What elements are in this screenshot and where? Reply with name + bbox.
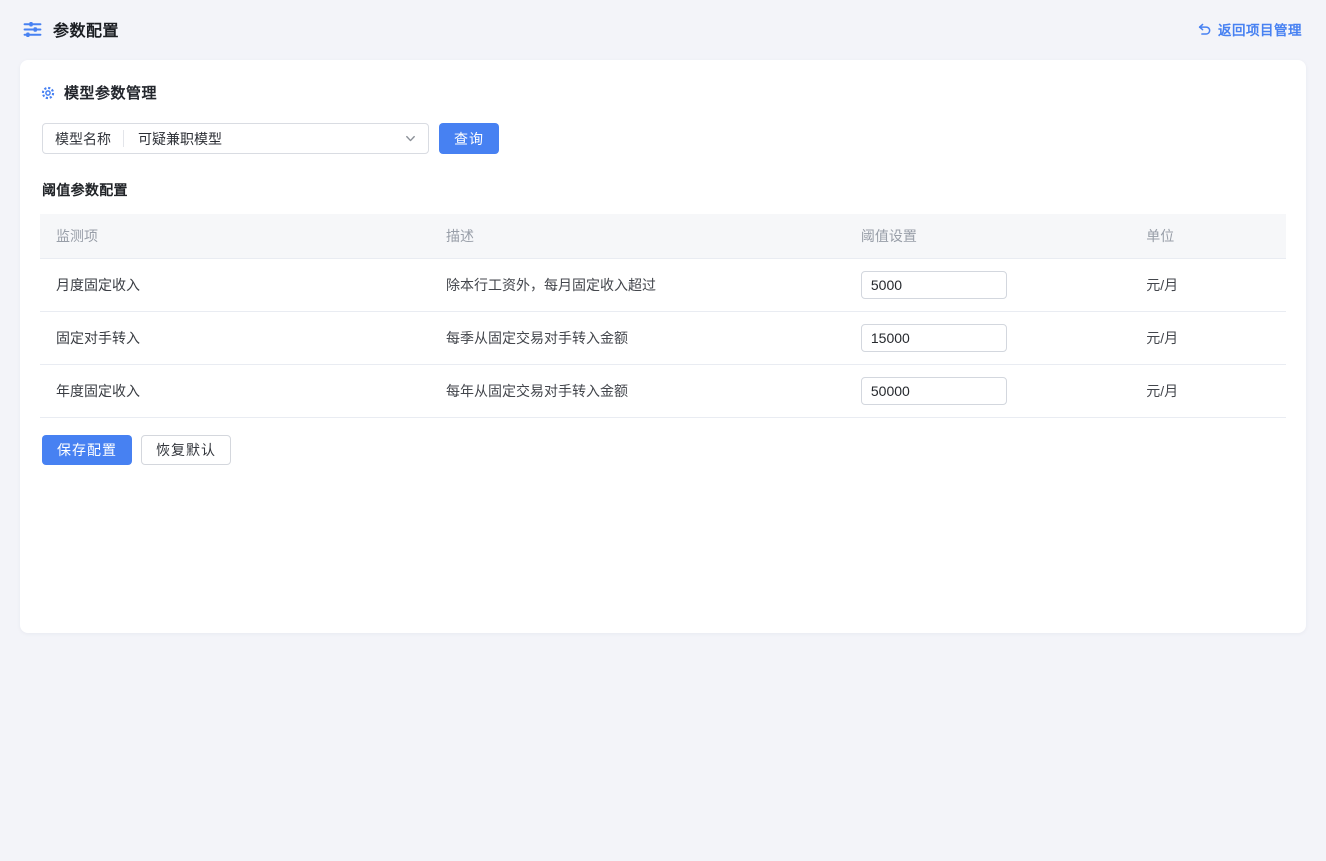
query-button[interactable]: 查询 [439,123,499,154]
table-row: 固定对手转入 每季从固定交易对手转入金额 元/月 [40,312,1286,365]
card-title: 模型参数管理 [64,82,157,103]
threshold-input[interactable] [861,324,1007,352]
monitor-desc: 每季从固定交易对手转入金额 [430,312,845,365]
monitor-item: 月度固定收入 [40,259,430,312]
monitor-unit: 元/月 [1130,312,1286,365]
back-to-project-management-link[interactable]: 返回项目管理 [1197,19,1302,39]
page-title: 参数配置 [53,17,119,41]
monitor-unit: 元/月 [1130,259,1286,312]
actions-row: 保存配置 恢复默认 [40,435,1286,465]
filter-row: 模型名称 可疑兼职模型 查询 [40,123,1286,154]
gear-icon [40,85,56,101]
sliders-icon [22,19,43,40]
monitor-desc: 除本行工资外，每月固定收入超过 [430,259,845,312]
restore-defaults-button[interactable]: 恢复默认 [141,435,231,465]
page-title-group: 参数配置 [22,17,119,41]
monitor-unit: 元/月 [1130,365,1286,418]
card-title-group: 模型参数管理 [40,82,1286,103]
column-header-item: 监测项 [40,214,430,259]
chevron-down-icon [404,132,417,145]
threshold-input[interactable] [861,377,1007,405]
save-config-button[interactable]: 保存配置 [42,435,132,465]
page-header: 参数配置 返回项目管理 [0,0,1326,58]
undo-icon [1197,22,1212,37]
back-link-label: 返回项目管理 [1218,19,1302,39]
monitor-item: 固定对手转入 [40,312,430,365]
column-header-desc: 描述 [430,214,845,259]
threshold-input[interactable] [861,271,1007,299]
model-params-card: 模型参数管理 模型名称 可疑兼职模型 查询 阈值参数配置 监测项 描述 阈值设置… [20,60,1306,633]
column-header-unit: 单位 [1130,214,1286,259]
model-name-selected-value: 可疑兼职模型 [124,129,404,149]
table-header-row: 监测项 描述 阈值设置 单位 [40,214,1286,259]
table-row: 月度固定收入 除本行工资外，每月固定收入超过 元/月 [40,259,1286,312]
table-row: 年度固定收入 每年从固定交易对手转入金额 元/月 [40,365,1286,418]
threshold-table: 监测项 描述 阈值设置 单位 月度固定收入 除本行工资外，每月固定收入超过 元/… [40,214,1286,418]
monitor-item: 年度固定收入 [40,365,430,418]
monitor-desc: 每年从固定交易对手转入金额 [430,365,845,418]
model-name-label: 模型名称 [43,129,123,149]
column-header-threshold: 阈值设置 [845,214,1130,259]
threshold-section-title: 阈值参数配置 [40,180,1286,200]
model-name-select[interactable]: 模型名称 可疑兼职模型 [42,123,429,154]
